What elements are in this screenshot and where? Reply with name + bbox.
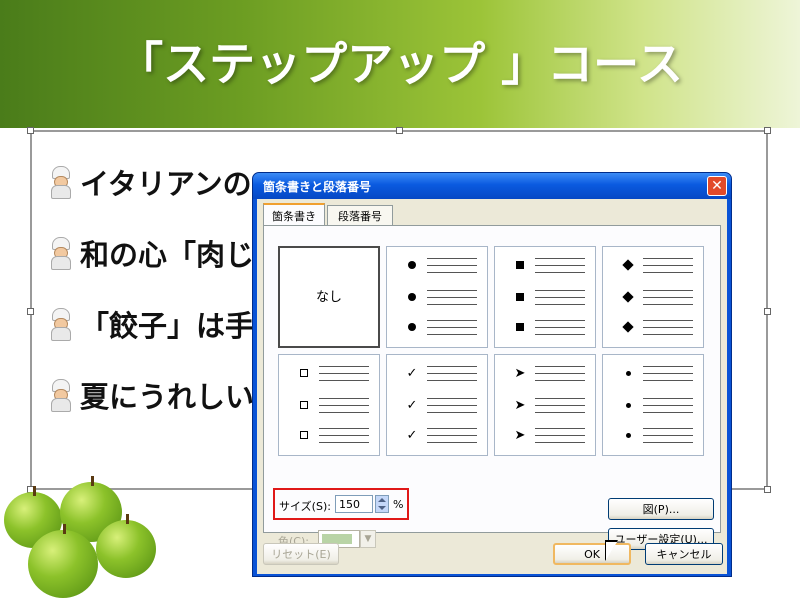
chef-icon — [48, 308, 74, 341]
bullet-style-panel: なし ✓ ✓ ✓ ➤ ➤ ➤ サイズ(S): 150 % 色(C): ▼ 図(P… — [263, 225, 721, 550]
bullet-style-filled-diamond[interactable] — [602, 246, 704, 348]
mouse-cursor-fill — [606, 542, 617, 560]
bullet-item: 夏にうれしい — [48, 375, 254, 415]
filled-square-icon — [516, 261, 524, 269]
bullet-style-none-label: なし — [315, 290, 342, 305]
checkmark-icon: ✓ — [406, 365, 418, 381]
size-spinner[interactable] — [375, 495, 389, 513]
bullet-text: 「餃子」は手 — [80, 309, 255, 343]
bullet-text: 和の心「肉じ — [80, 238, 255, 272]
chef-icon — [48, 166, 74, 199]
bullet-style-none[interactable]: なし — [278, 246, 380, 348]
size-unit: % — [393, 498, 404, 511]
chevron-down-icon[interactable]: ▼ — [360, 530, 376, 548]
resize-handle-top[interactable] — [396, 127, 403, 134]
cancel-button[interactable]: キャンセル — [645, 543, 723, 565]
size-input[interactable] — [335, 495, 373, 513]
bullet-item: 「餃子」は手 — [48, 304, 254, 344]
bullet-item: 和の心「肉じ — [48, 233, 254, 273]
resize-handle-left[interactable] — [27, 308, 34, 315]
size-label: サイズ(S): — [279, 500, 331, 513]
bullet-style-hollow-square[interactable] — [278, 354, 380, 456]
bullet-style-checkmark[interactable]: ✓ ✓ ✓ — [386, 354, 488, 456]
bullet-style-small-dot[interactable] — [602, 354, 704, 456]
bullet-style-filled-circle[interactable] — [386, 246, 488, 348]
bullet-text: イタリアンの — [80, 167, 252, 201]
dialog-titlebar[interactable]: 箇条書きと段落番号 ✕ — [253, 173, 731, 199]
reset-button[interactable]: リセット(E) — [263, 543, 339, 565]
tab-numbering[interactable]: 段落番号 — [327, 205, 393, 225]
slide-title: 「ステップアップ 」コース — [117, 37, 683, 91]
filled-diamond-icon — [622, 259, 634, 271]
size-highlight-box: サイズ(S): % — [273, 488, 409, 520]
resize-handle-tl[interactable] — [27, 127, 34, 134]
small-dot-icon — [625, 432, 631, 438]
resize-handle-br[interactable] — [764, 486, 771, 493]
close-icon[interactable]: ✕ — [707, 176, 727, 196]
bullet-text: 夏にうれしい — [80, 380, 255, 414]
dialog-title: 箇条書きと段落番号 — [263, 180, 372, 194]
picture-button[interactable]: 図(P)... — [608, 498, 714, 520]
resize-handle-right[interactable] — [764, 308, 771, 315]
checkmark-icon: ✓ — [406, 427, 418, 443]
checkmark-icon: ✓ — [406, 397, 418, 413]
filled-diamond-icon — [622, 291, 634, 303]
bullet-style-arrowhead[interactable]: ➤ ➤ ➤ — [494, 354, 596, 456]
tab-bullets[interactable]: 箇条書き — [263, 203, 325, 226]
bullet-style-filled-square[interactable] — [494, 246, 596, 348]
arrowhead-icon: ➤ — [514, 397, 526, 413]
resize-handle-tr[interactable] — [764, 127, 771, 134]
dialog-client: 箇条書き 段落番号 なし ✓ ✓ ✓ ➤ ➤ ➤ サイズ(S): 150 % 色… — [257, 199, 727, 574]
filled-square-icon — [516, 293, 524, 301]
chef-icon — [48, 379, 74, 412]
filled-circle-icon — [408, 261, 416, 269]
small-dot-icon — [625, 370, 631, 376]
filled-square-icon — [516, 323, 524, 331]
filled-circle-icon — [408, 323, 416, 331]
bullet-item: イタリアンの — [48, 162, 252, 202]
hollow-square-icon — [300, 369, 308, 377]
small-dot-icon — [625, 402, 631, 408]
arrowhead-icon: ➤ — [514, 427, 526, 443]
arrowhead-icon: ➤ — [514, 365, 526, 381]
hollow-square-icon — [300, 431, 308, 439]
filled-diamond-icon — [622, 321, 634, 333]
apples-image — [0, 476, 170, 602]
chef-icon — [48, 237, 74, 270]
hollow-square-icon — [300, 401, 308, 409]
ok-button[interactable]: OK — [553, 543, 631, 565]
filled-circle-icon — [408, 293, 416, 301]
bullets-numbering-dialog: 箇条書きと段落番号 ✕ 箇条書き 段落番号 なし ✓ ✓ ✓ ➤ ➤ ➤ サイズ… — [252, 172, 732, 577]
title-banner: 「ステップアップ 」コース — [0, 0, 800, 128]
